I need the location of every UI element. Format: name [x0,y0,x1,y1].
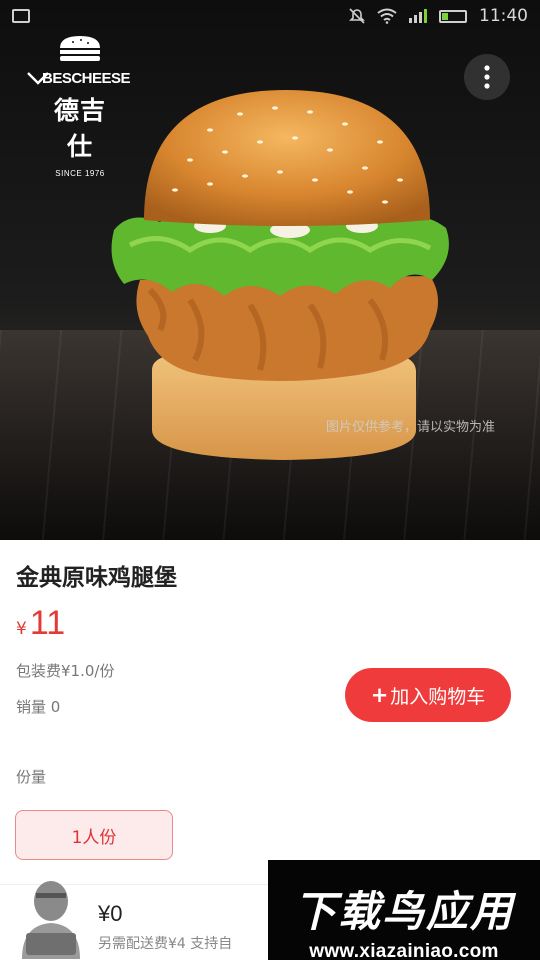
wifi-icon [377,8,397,24]
watermark-url: www.xiazainiao.com [309,941,499,960]
notification-icon [12,9,30,23]
cart-total: ¥0 [98,901,123,926]
price-value: 11 [29,604,66,642]
status-time: 11:40 [479,6,528,26]
signal-icon [409,9,427,23]
packaging-fee: 包装费¥1.0/份 [16,662,115,680]
burger-logo-icon [60,36,100,61]
image-disclaimer: 图片仅供参考，请以实物为准 [326,420,496,435]
portion-option[interactable]: 1人份 [15,810,173,860]
add-to-cart-button[interactable]: + 加入购物车 [345,668,511,722]
watermark-title: 下载鸟应用 [293,887,514,936]
add-to-cart-label: 加入购物车 [390,685,486,708]
portion-label: 份量 [16,768,47,786]
more-vertical-icon [484,65,490,89]
collapse-button[interactable] [20,60,56,96]
watermark: 下载鸟应用 www.xiazainiao.com [268,860,540,960]
product-hero-image: 11:40 BESCHEESE 德吉仕 SINCE 1976 图片仅供参考，请以… [0,0,540,540]
plus-icon: + [370,683,389,707]
price-currency: ¥ [16,619,27,639]
mute-icon [349,8,365,24]
product-price: ¥ 11 [16,604,65,643]
product-title: 金典原味鸡腿堡 [16,565,177,591]
more-options-button[interactable] [464,54,510,100]
burger-illustration [111,90,449,460]
cart-avatar-icon[interactable] [16,871,86,959]
status-bar: 11:40 [0,0,540,32]
delivery-fee-note: 另需配送费¥4 支持自 [98,936,233,952]
battery-icon [439,9,467,23]
chevron-down-icon [27,72,49,85]
sales-count: 销量 0 [16,698,61,716]
